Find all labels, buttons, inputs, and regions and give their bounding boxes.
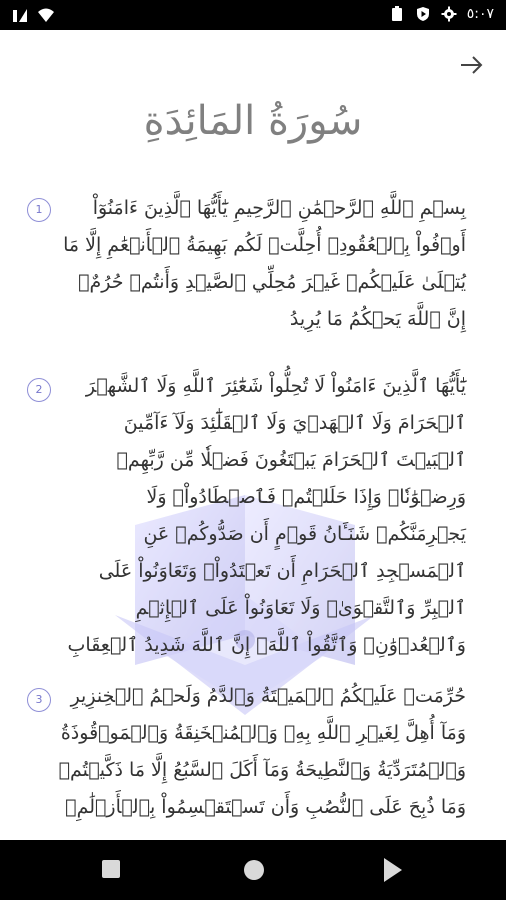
recents-square-icon[interactable] bbox=[102, 860, 120, 878]
ayah-list[interactable]: 1 بِسۡمِ ٱللَّهِ ٱلرَّحۡمَٰنِ ٱلرَّحِيمِ… bbox=[0, 160, 506, 840]
ayah-number: 2 bbox=[27, 378, 51, 402]
navigation-bar bbox=[0, 840, 506, 900]
top-bar bbox=[0, 30, 506, 100]
status-left-icons bbox=[12, 7, 54, 23]
back-triangle-icon[interactable] bbox=[384, 858, 402, 882]
status-bar: ٥:٠٧ bbox=[0, 0, 506, 30]
play-protect-icon bbox=[416, 7, 429, 21]
settings-icon bbox=[441, 6, 457, 22]
signal-icon bbox=[13, 9, 27, 22]
wifi-icon bbox=[38, 8, 54, 22]
battery-icon bbox=[391, 6, 402, 21]
ayah-number: 1 bbox=[27, 198, 51, 222]
ayah-text: بِسۡمِ ٱللَّهِ ٱلرَّحۡمَٰنِ ٱلرَّحِيمِ ي… bbox=[63, 197, 466, 330]
status-right: ٥:٠٧ bbox=[389, 6, 494, 22]
ayah-text: حُرِّمَتۡ عَلَيۡكُمُ ٱلۡمَيۡتَةُ وَٱلدَّ… bbox=[58, 685, 466, 818]
status-time: ٥:٠٧ bbox=[466, 6, 494, 22]
ayah-text: يَٰٓأَيُّهَا ٱلَّذِينَ ءَامَنُواْ لَا تُ… bbox=[67, 375, 466, 656]
home-circle-icon[interactable] bbox=[244, 860, 264, 880]
surah-title: سُورَةُ المَائِدَةِ bbox=[143, 98, 363, 144]
arrow-right-icon[interactable] bbox=[456, 50, 486, 80]
ayah-number: 3 bbox=[27, 688, 51, 712]
